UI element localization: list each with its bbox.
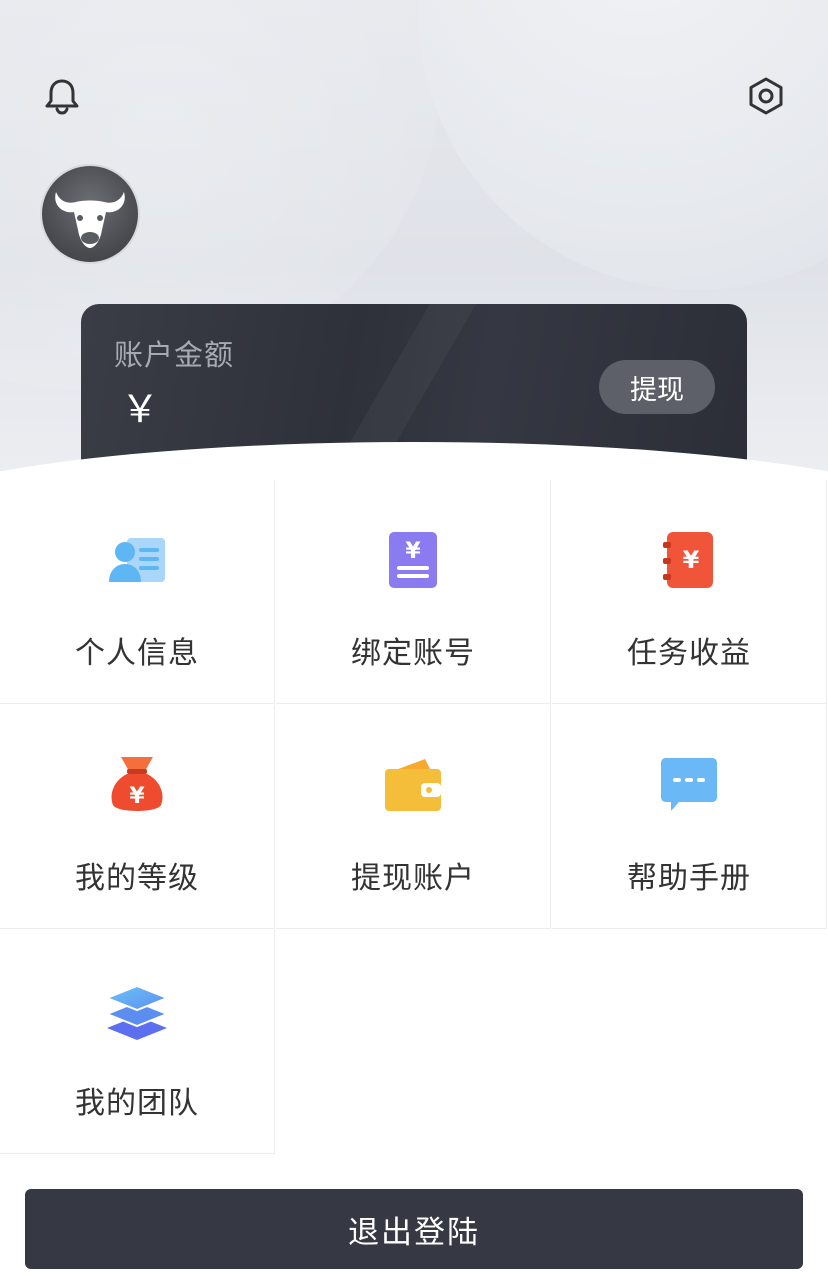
- menu-item-task-earnings[interactable]: ¥ 任务收益: [552, 480, 827, 704]
- menu-item-help-manual[interactable]: 帮助手册: [552, 705, 827, 929]
- chat-bubble-icon: [657, 753, 721, 817]
- money-bag-icon: ¥: [105, 753, 169, 817]
- menu-item-my-team[interactable]: 我的团队: [0, 930, 275, 1154]
- logout-button[interactable]: 退出登陆: [25, 1189, 803, 1269]
- avatar[interactable]: [40, 164, 140, 264]
- profile-header: 账户金额 ￥ 提现: [0, 0, 828, 480]
- menu-item-label: 任务收益: [627, 636, 751, 671]
- menu-item-label: 个人信息: [75, 636, 199, 671]
- balance-label: 账户金额: [114, 338, 235, 372]
- balance-currency-symbol: ￥: [121, 387, 160, 431]
- bill-yuan-icon: ¥: [381, 528, 445, 592]
- menu-item-personal-info[interactable]: 个人信息: [0, 480, 275, 704]
- red-packet-yuan-icon: ¥: [657, 528, 721, 592]
- withdraw-button[interactable]: 提现: [599, 360, 715, 414]
- bull-head-icon: [55, 192, 125, 248]
- svg-text:¥: ¥: [683, 546, 700, 574]
- header-decoration-circle: [418, 0, 828, 290]
- menu-item-withdraw-account[interactable]: 提现账户: [276, 705, 551, 929]
- menu-item-label: 我的等级: [75, 861, 199, 896]
- settings-icon[interactable]: [740, 70, 792, 122]
- notification-bell-icon[interactable]: [36, 70, 88, 122]
- menu-item-label: 我的团队: [75, 1086, 199, 1121]
- id-card-icon: [105, 528, 169, 592]
- menu-item-label: 提现账户: [351, 861, 475, 896]
- menu-item-bind-account[interactable]: ¥ 绑定账号: [276, 480, 551, 704]
- menu-item-label: 帮助手册: [627, 861, 751, 896]
- svg-text:¥: ¥: [129, 784, 145, 809]
- menu-item-my-level[interactable]: ¥ 我的等级: [0, 705, 275, 929]
- menu-item-label: 绑定账号: [351, 636, 475, 671]
- svg-text:¥: ¥: [405, 539, 421, 564]
- wallet-icon: [381, 753, 445, 817]
- layers-icon: [104, 978, 170, 1042]
